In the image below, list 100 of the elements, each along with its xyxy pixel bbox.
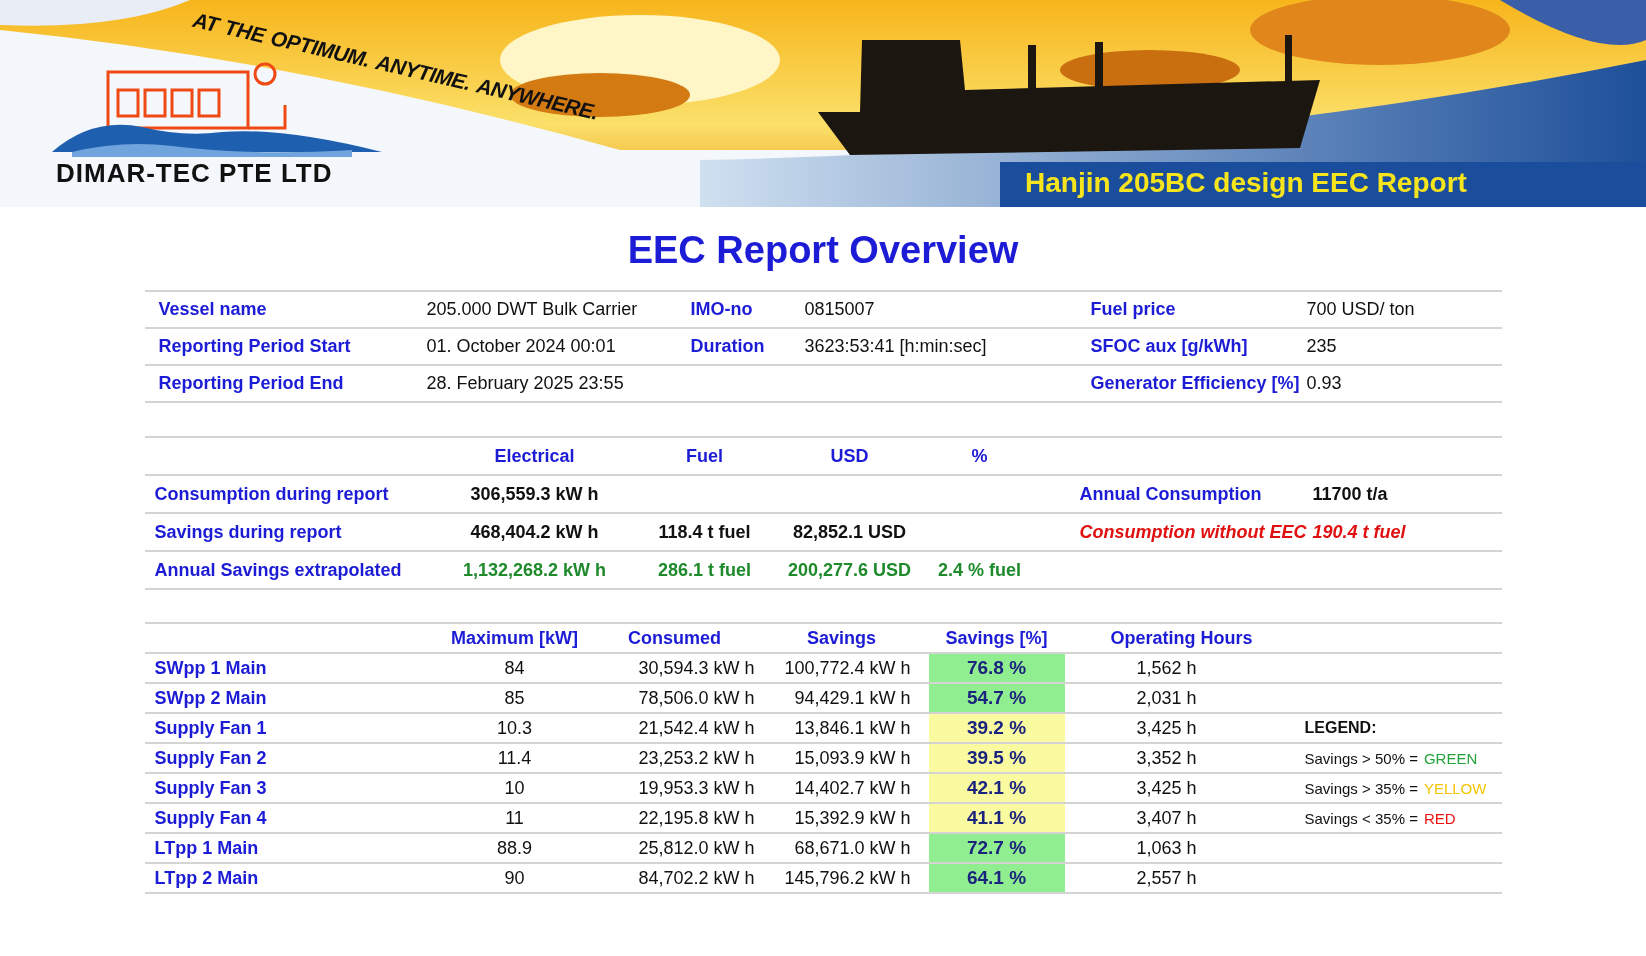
table-cell: 14,402.7 kW h — [794, 777, 911, 799]
row-label: Supply Fan 1 — [154, 717, 267, 739]
table-cell: 23,253.2 kW h — [638, 747, 755, 769]
table-cell: 30,594.3 kW h — [638, 657, 755, 679]
table-cell: 3,425 h — [1136, 777, 1197, 799]
table-cell: 10.3 — [496, 717, 532, 739]
row-label: Annual Savings extrapolated — [154, 559, 402, 581]
table-cell: 1,063 h — [1136, 837, 1197, 859]
legend-color-label: GREEN — [1423, 749, 1478, 767]
row-label: Consumption without EEC — [1079, 521, 1307, 543]
page-title: EEC Report Overview — [627, 229, 1019, 272]
table-cell: 11700 t/a — [1312, 483, 1388, 505]
field-value: 0.93 — [1306, 373, 1342, 394]
field-label: Duration — [690, 336, 765, 357]
field-label: Reporting Period End — [158, 373, 344, 394]
table-cell: 2,031 h — [1136, 687, 1197, 709]
table-cell: 145,796.2 kW h — [784, 867, 911, 889]
legend-text: Savings > 50% = — [1304, 749, 1418, 767]
legend-text: Savings < 35% = — [1304, 809, 1418, 827]
row-label: SWpp 1 Main — [154, 657, 267, 679]
savings-percent-cell: 39.5 % — [928, 744, 1065, 774]
table-cell: 3,425 h — [1136, 717, 1197, 739]
row-label: Savings during report — [154, 521, 342, 543]
table-cell: 306,559.3 kW h — [470, 483, 599, 505]
table-cell: 21,542.4 kW h — [638, 717, 755, 739]
column-header: % — [971, 445, 988, 467]
field-label: SFOC aux [g/kWh] — [1090, 336, 1248, 357]
table-cell: 100,772.4 kW h — [784, 657, 911, 679]
column-header: Consumed — [628, 627, 721, 649]
legend-title: LEGEND: — [1304, 719, 1377, 737]
table-cell: 25,812.0 kW h — [638, 837, 755, 859]
table-cell: 1,132,268.2 kW h — [462, 559, 607, 581]
tagline-word: ANYTIME. — [373, 50, 473, 96]
table-cell: 82,852.1 USD — [792, 521, 907, 543]
row-label: Supply Fan 2 — [154, 747, 267, 769]
savings-percent-cell: 64.1 % — [928, 864, 1065, 894]
column-header: Electrical — [494, 445, 575, 467]
field-value: 3623:53:41 [h:min:sec] — [804, 336, 987, 357]
table-cell: 84,702.2 kW h — [638, 867, 755, 889]
column-header: Operating Hours — [1110, 627, 1253, 649]
tagline-word: OPTIMUM. — [268, 26, 373, 73]
field-value: 205.000 DWT Bulk Carrier — [426, 299, 638, 320]
report-title: Hanjin 205BC design EEC Report — [1025, 167, 1467, 199]
column-header: USD — [830, 445, 869, 467]
table-cell: 200,277.6 USD — [787, 559, 912, 581]
table-cell: 19,953.3 kW h — [638, 777, 755, 799]
table-cell: 88.9 — [496, 837, 532, 859]
field-label: IMO-no — [690, 299, 753, 320]
tagline-word: THE — [222, 15, 268, 48]
field-value: 0815007 — [804, 299, 875, 320]
field-value: 01. October 2024 00:01 — [426, 336, 616, 357]
company-name: DIMAR-TEC PTE LTD — [56, 158, 333, 189]
field-value: 28. February 2025 23:55 — [426, 373, 624, 394]
field-label: Fuel price — [1090, 299, 1176, 320]
savings-percent-cell: 72.7 % — [928, 834, 1065, 864]
row-label: Supply Fan 3 — [154, 777, 267, 799]
table-cell: 15,392.9 kW h — [794, 807, 911, 829]
legend-color-label: RED — [1423, 809, 1456, 827]
table-cell: 3,407 h — [1136, 807, 1197, 829]
field-value: 700 USD/ ton — [1306, 299, 1415, 320]
row-label: Annual Consumption — [1079, 483, 1262, 505]
table-cell: 11.4 — [497, 747, 532, 769]
column-header: Maximum [kW] — [451, 627, 578, 649]
field-label: Reporting Period Start — [158, 336, 351, 357]
table-cell: 85 — [504, 687, 525, 709]
column-header: Fuel — [686, 445, 723, 467]
row-label: Consumption during report — [154, 483, 389, 505]
table-cell: 10 — [504, 777, 525, 799]
legend-color-label: YELLOW — [1423, 779, 1487, 797]
table-cell: 468,404.2 kW h — [470, 521, 599, 543]
table-cell: 22,195.8 kW h — [638, 807, 755, 829]
savings-percent-cell: 76.8 % — [928, 654, 1065, 684]
table-cell: 15,093.9 kW h — [794, 747, 911, 769]
table-cell: 3,352 h — [1136, 747, 1197, 769]
table-cell: 13,846.1 kW h — [794, 717, 911, 739]
table-cell: 11 — [505, 807, 524, 829]
field-label: Vessel name — [158, 299, 267, 320]
table-cell: 78,506.0 kW h — [638, 687, 755, 709]
table-cell: 1,562 h — [1136, 657, 1197, 679]
column-header: Savings [%] — [945, 627, 1048, 649]
legend-text: Savings > 35% = — [1304, 779, 1418, 797]
table-cell: 2.4 % fuel — [938, 559, 1021, 581]
row-label: SWpp 2 Main — [154, 687, 267, 709]
table-cell: 84 — [504, 657, 525, 679]
table-cell: 286.1 t fuel — [657, 559, 751, 581]
table-cell: 2,557 h — [1136, 867, 1197, 889]
savings-percent-cell: 39.2 % — [928, 714, 1065, 744]
field-value: 235 — [1306, 336, 1337, 357]
table-cell: 90 — [504, 867, 525, 889]
table-cell: 118.4 t fuel — [658, 521, 751, 543]
table-cell: 94,429.1 kW h — [794, 687, 911, 709]
row-label: Supply Fan 4 — [154, 807, 267, 829]
savings-percent-cell: 54.7 % — [928, 684, 1065, 714]
table-cell: 68,671.0 kW h — [794, 837, 911, 859]
savings-percent-cell: 41.1 % — [928, 804, 1065, 834]
row-label: LTpp 1 Main — [154, 837, 259, 859]
field-label: Generator Efficiency [%] — [1090, 373, 1300, 394]
table-cell: 190.4 t fuel — [1312, 521, 1406, 543]
row-label: LTpp 2 Main — [154, 867, 259, 889]
tagline-word: AT — [190, 8, 221, 38]
